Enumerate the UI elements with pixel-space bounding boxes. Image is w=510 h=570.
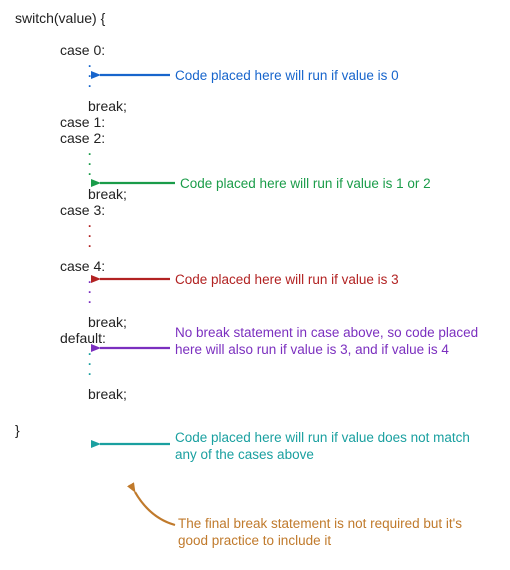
annotation-case4: No break statement in case above, so cod… [175,325,485,359]
annotation-finalbreak: The final break statement is not require… [178,516,488,550]
dots-c3: ... [88,218,127,248]
annotation-case0: Code placed here will run if value is 0 [175,68,399,85]
dots-c12: ... [88,146,127,176]
default-block: default: ... break; [60,330,127,402]
case-label: case 4: [60,258,127,274]
dots-c4: ... [88,274,127,304]
annotation-case3: Code placed here will run if value is 3 [175,272,399,289]
default-label: default: [60,330,127,346]
dots-c0: ... [88,58,127,88]
code-column: switch(value) { case 0: ... break; case … [15,10,127,438]
break-stmt: break; [88,98,127,114]
break-stmt: break; [88,386,127,402]
case-label: case 3: [60,202,127,218]
case-label: case 2: [60,130,127,146]
case-3-block: case 3: ... [60,202,127,248]
switch-line: switch(value) { [15,10,127,26]
case-0-block: case 0: ... break; [60,42,127,114]
annotation-case12: Code placed here will run if value is 1 … [180,176,431,193]
case-4-block: case 4: ... break; [60,258,127,330]
dots-cdefault: ... [88,346,127,376]
arrow-icon [135,492,175,525]
case-2-block: case 2: ... break; [60,130,127,202]
break-stmt: break; [88,186,127,202]
annotation-default: Code placed here will run if value does … [175,430,485,464]
case-label: case 1: [60,114,127,130]
case-label: case 0: [60,42,127,58]
break-stmt: break; [88,314,127,330]
case-1-label: case 1: [60,114,127,130]
close-brace: } [15,422,127,438]
